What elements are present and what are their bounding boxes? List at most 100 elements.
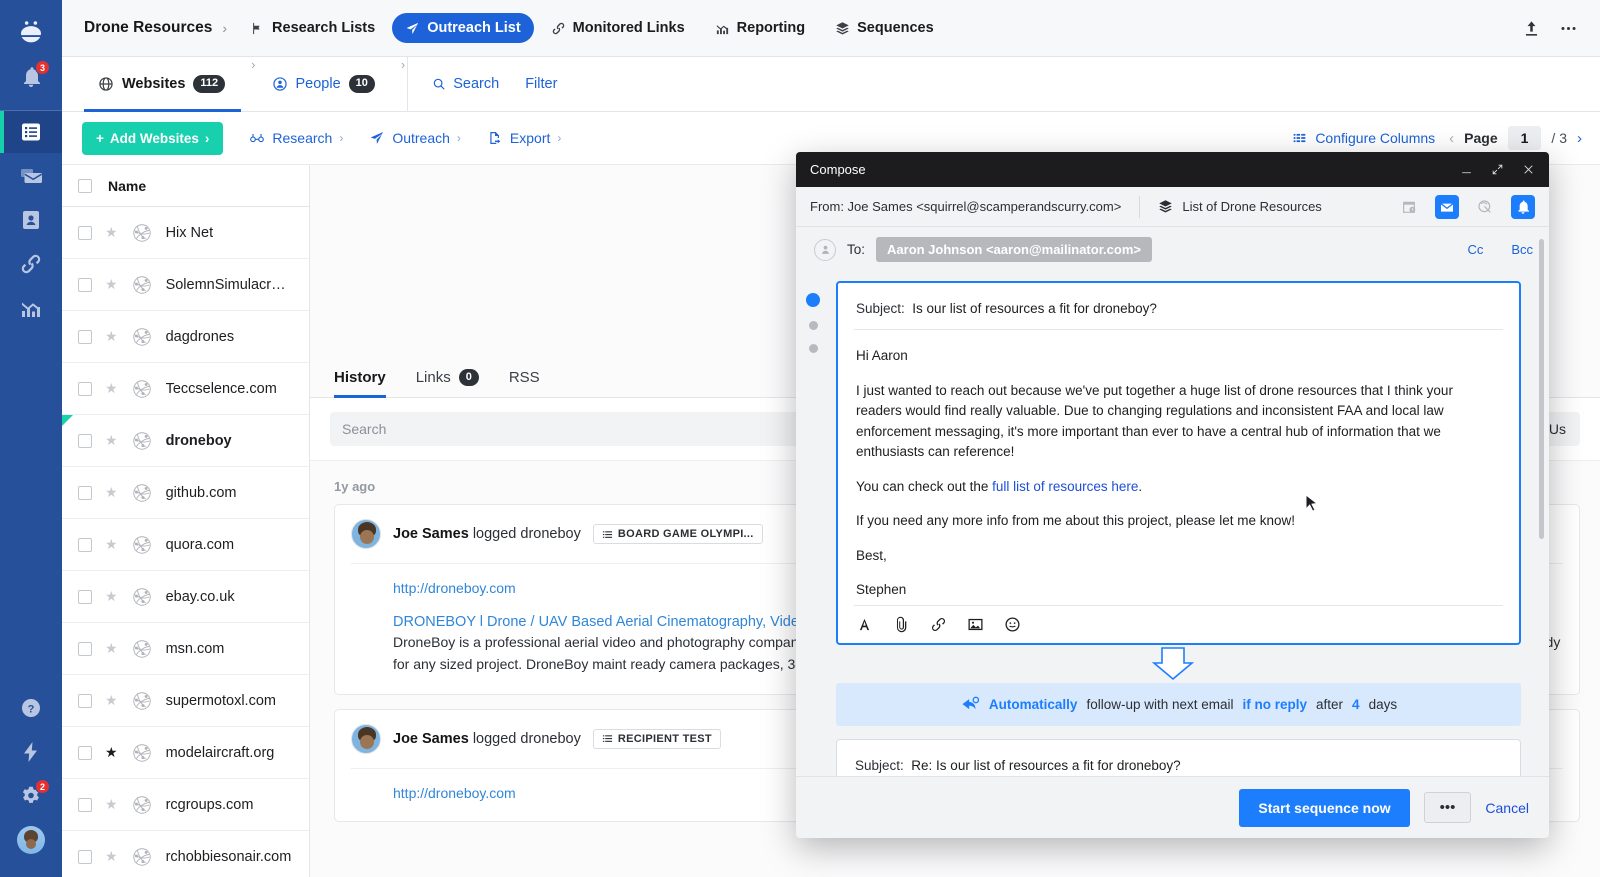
table-row[interactable]: ★msn.com xyxy=(62,623,309,675)
breadcrumb[interactable]: Drone Resources xyxy=(80,19,216,37)
from-address[interactable]: From: Joe Sames <squirrel@scamperandscur… xyxy=(810,199,1121,214)
page-number-input[interactable]: 1 xyxy=(1508,126,1542,150)
body-inline-link[interactable]: full list of resources here xyxy=(992,479,1138,494)
row-checkbox[interactable] xyxy=(78,798,92,812)
click-tracking-icon[interactable] xyxy=(1473,195,1497,219)
star-icon[interactable]: ★ xyxy=(105,484,118,501)
compose-scrollbar[interactable] xyxy=(1539,239,1544,539)
table-row[interactable]: ★rchobbiesonair.com xyxy=(62,831,309,877)
cancel-button[interactable]: Cancel xyxy=(1485,800,1529,816)
followup-mode[interactable]: Automatically xyxy=(989,697,1078,712)
more-horizontal-icon[interactable] xyxy=(1559,19,1578,38)
nav-sequences[interactable]: Sequences xyxy=(822,13,947,43)
filter-button[interactable]: Filter xyxy=(525,76,557,92)
export-button[interactable]: Export › xyxy=(487,130,561,146)
recipient-chip[interactable]: Aaron Johnson <aaron@mailinator.com> xyxy=(876,237,1152,262)
table-row[interactable]: ★modelaircraft.org xyxy=(62,727,309,779)
row-checkbox[interactable] xyxy=(78,382,92,396)
subject-row[interactable]: Subject: Is our list of resources a fit … xyxy=(854,299,1503,330)
next-page-button[interactable]: › xyxy=(1577,130,1582,147)
table-row[interactable]: ★quora.com xyxy=(62,519,309,571)
outreach-button[interactable]: Outreach › xyxy=(369,130,461,146)
reply-alert-icon[interactable] xyxy=(1511,195,1535,219)
row-checkbox[interactable] xyxy=(78,642,92,656)
minimize-icon[interactable] xyxy=(1460,163,1473,176)
tab-websites[interactable]: Websites 112 xyxy=(84,57,241,111)
followup-days[interactable]: 4 xyxy=(1352,697,1360,712)
table-row[interactable]: ★ebay.co.uk xyxy=(62,571,309,623)
upload-icon[interactable] xyxy=(1522,19,1541,38)
nav-reporting[interactable]: Reporting xyxy=(702,13,818,43)
more-options-button[interactable]: ••• xyxy=(1424,792,1472,823)
sidebar-item-lists[interactable] xyxy=(0,111,62,153)
tab-people[interactable]: People 10 xyxy=(258,57,391,111)
row-checkbox[interactable] xyxy=(78,538,92,552)
open-tracking-icon[interactable] xyxy=(1435,195,1459,219)
row-checkbox[interactable] xyxy=(78,694,92,708)
star-icon[interactable]: ★ xyxy=(105,588,118,605)
followup-rule-bar[interactable]: Automatically follow-up with next email … xyxy=(836,683,1521,726)
entry-url[interactable]: http://droneboy.com xyxy=(393,580,516,596)
row-checkbox[interactable] xyxy=(78,746,92,760)
cc-button[interactable]: Cc xyxy=(1467,242,1483,257)
step-dot-2[interactable] xyxy=(809,321,818,330)
sidebar-item-contacts[interactable] xyxy=(0,199,62,241)
table-row[interactable]: ★rcgroups.com xyxy=(62,779,309,831)
row-checkbox[interactable] xyxy=(78,850,92,864)
configure-columns-button[interactable]: Configure Columns xyxy=(1292,130,1435,146)
table-row[interactable]: ★Teccselence.com xyxy=(62,363,309,415)
star-icon[interactable]: ★ xyxy=(105,276,118,293)
table-row[interactable]: ★github.com xyxy=(62,467,309,519)
expand-icon[interactable] xyxy=(1491,163,1504,176)
star-icon[interactable]: ★ xyxy=(105,744,118,761)
table-row[interactable]: ★SolemnSimulacru… xyxy=(62,259,309,311)
table-row[interactable]: ★Hix Net xyxy=(62,207,309,259)
research-button[interactable]: Research › xyxy=(249,130,343,146)
step-dot-3[interactable] xyxy=(809,344,818,353)
add-websites-button[interactable]: + Add Websites › xyxy=(82,122,223,155)
tab-links[interactable]: Links 0 xyxy=(416,369,479,397)
star-icon[interactable]: ★ xyxy=(105,380,118,397)
sidebar-item-inbox[interactable] xyxy=(0,155,62,197)
app-logo-icon[interactable] xyxy=(0,12,62,54)
avatar[interactable] xyxy=(0,819,62,861)
activity-icon[interactable] xyxy=(0,731,62,773)
table-row[interactable]: ★dagdrones xyxy=(62,311,309,363)
start-sequence-button[interactable]: Start sequence now xyxy=(1239,789,1409,827)
email-step-2[interactable]: Subject: Re: Is our list of resources a … xyxy=(836,739,1521,776)
prev-page-button[interactable]: ‹ xyxy=(1449,130,1454,147)
row-checkbox[interactable] xyxy=(78,278,92,292)
tab-history[interactable]: History xyxy=(334,369,386,397)
select-all-checkbox[interactable] xyxy=(78,179,92,193)
help-icon[interactable]: ? xyxy=(0,687,62,729)
bcc-button[interactable]: Bcc xyxy=(1511,242,1533,257)
search-button[interactable]: Search xyxy=(432,76,499,92)
star-icon[interactable]: ★ xyxy=(105,692,118,709)
entry-url[interactable]: http://droneboy.com xyxy=(393,785,516,801)
table-row[interactable]: ★droneboy xyxy=(62,415,309,467)
subject-row-2[interactable]: Subject: Re: Is our list of resources a … xyxy=(853,756,1504,776)
sidebar-item-links[interactable] xyxy=(0,243,62,285)
star-icon[interactable]: ★ xyxy=(105,328,118,345)
entry-tag[interactable]: BOARD GAME OLYMPI... xyxy=(593,524,763,544)
step-dot-1[interactable] xyxy=(806,293,820,307)
row-checkbox[interactable] xyxy=(78,226,92,240)
nav-outreach-list[interactable]: Outreach List xyxy=(392,13,533,43)
row-checkbox[interactable] xyxy=(78,434,92,448)
tab-rss[interactable]: RSS xyxy=(509,369,540,397)
row-checkbox[interactable] xyxy=(78,590,92,604)
notifications-icon[interactable]: 3 xyxy=(0,56,62,98)
entry-tag[interactable]: RECIPIENT TEST xyxy=(593,729,721,749)
nav-research-lists[interactable]: Research Lists xyxy=(237,13,388,43)
followup-condition[interactable]: if no reply xyxy=(1243,697,1308,712)
row-checkbox[interactable] xyxy=(78,330,92,344)
star-icon[interactable]: ★ xyxy=(105,224,118,241)
schedule-icon[interactable] xyxy=(1397,195,1421,219)
star-icon[interactable]: ★ xyxy=(105,432,118,449)
star-icon[interactable]: ★ xyxy=(105,536,118,553)
star-icon[interactable]: ★ xyxy=(105,796,118,813)
settings-icon[interactable]: 2 xyxy=(0,775,62,817)
table-row[interactable]: ★supermotoxl.com xyxy=(62,675,309,727)
nav-monitored-links[interactable]: Monitored Links xyxy=(538,13,698,43)
star-icon[interactable]: ★ xyxy=(105,848,118,865)
